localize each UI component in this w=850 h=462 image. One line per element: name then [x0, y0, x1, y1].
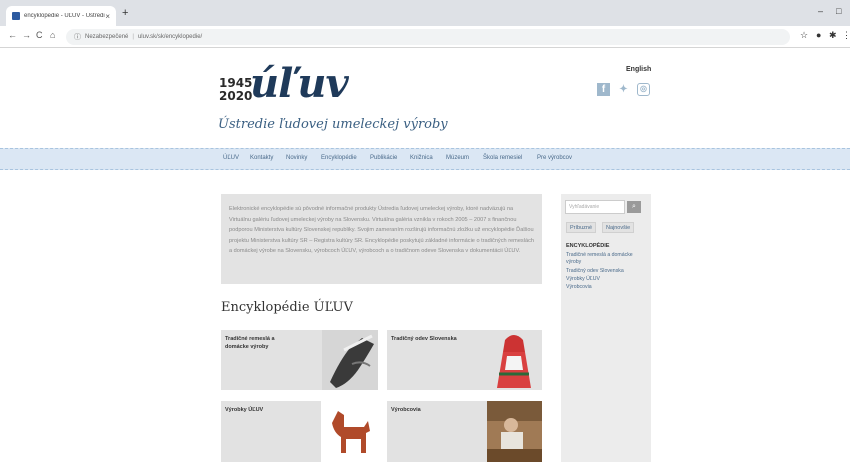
search-icon: ⌕ [632, 203, 636, 210]
info-icon[interactable]: ⓘ [74, 32, 81, 42]
profile-icon[interactable]: ● [816, 30, 821, 40]
facebook-icon[interactable]: f [597, 83, 610, 96]
site-logo[interactable]: úľuv [250, 60, 349, 107]
site-subtitle: Ústredie ľudovej umeleckej výroby [218, 117, 448, 132]
url-text: uluv.sk/sk/encyklopedie/ [137, 34, 203, 40]
intro-text: Elektronické encyklopédie sú pôvodné inf… [221, 194, 542, 284]
tab-title: encyklopedie - ÚĽUV - Ústredi... [24, 13, 106, 19]
card-label[interactable]: Tradičné remeslá a domácke výroby [225, 335, 285, 351]
card-label[interactable]: Tradičný odev Slovenska [391, 335, 471, 343]
home-button[interactable]: ⌂ [50, 30, 55, 40]
address-bar[interactable]: ⓘ Nezabezpečené | uluv.sk/sk/encyklopedi… [66, 29, 790, 45]
back-button[interactable]: ← [8, 30, 17, 40]
card-label[interactable]: Výrobky ÚĽUV [225, 406, 285, 414]
minimize-button[interactable]: – [818, 6, 823, 16]
menu-icon[interactable]: ⋮ [842, 30, 850, 41]
extensions-icon[interactable]: ✱ [829, 30, 837, 41]
nav-item-skola-remesiel[interactable]: Škola remesiel [483, 155, 522, 161]
sidebar-link-remesla[interactable]: Tradičné remeslá a domácke výroby [566, 252, 648, 266]
craftsman-photo [487, 401, 542, 462]
search-button[interactable]: ⌕ [627, 201, 641, 213]
card-label[interactable]: Výrobcovia [391, 406, 451, 414]
sidebar-tab-pribuzne[interactable]: Príbuzné [566, 222, 597, 233]
nav-item-publikacie[interactable]: Publikácie [370, 155, 397, 161]
new-tab-button[interactable]: + [122, 7, 128, 19]
search-input[interactable]: Vyhľadávanie [565, 200, 625, 214]
sidebar [561, 194, 651, 462]
nav-item-pre-vyrobcov[interactable]: Pre výrobcov [537, 155, 572, 161]
section-heading: Encyklopédie ÚĽUV [221, 300, 353, 315]
wooden-horse-photo [322, 401, 378, 462]
sidebar-heading: ENCYKLOPÉDIE [566, 243, 610, 249]
browser-tab[interactable]: encyklopedie - ÚĽUV - Ústredi... × [6, 6, 116, 26]
tab-close-icon[interactable]: × [105, 12, 110, 21]
star-icon[interactable]: ☆ [800, 30, 808, 41]
nav-item-encyklopedie[interactable]: Encyklopédie [321, 155, 357, 161]
reload-button[interactable]: C [36, 30, 43, 40]
nav-item-kniznica[interactable]: Knižnica [410, 155, 433, 161]
sidebar-link-vyrobcovia[interactable]: Výrobcovia [566, 284, 648, 291]
sidebar-link-vyrobky[interactable]: Výrobky ÚĽUV [566, 276, 648, 283]
nav-item-novinky[interactable]: Novinky [286, 155, 307, 161]
craft-photo [322, 330, 378, 390]
maximize-button[interactable]: □ [836, 6, 841, 16]
logo-years: 1945 2020 [219, 76, 253, 103]
language-link[interactable]: English [626, 66, 651, 73]
costume-photo [487, 330, 542, 390]
instagram-icon[interactable]: ◎ [637, 83, 650, 96]
sidebar-link-odev[interactable]: Tradičný odev Slovenska [566, 268, 648, 275]
favicon-icon [12, 12, 20, 20]
security-label: Nezabezpečené [85, 34, 129, 40]
twitter-icon[interactable]: ✦ [617, 83, 630, 96]
forward-button[interactable]: → [22, 30, 31, 40]
nav-item-uluv[interactable]: ÚĽUV [223, 155, 239, 161]
nav-item-kontakty[interactable]: Kontakty [250, 155, 273, 161]
nav-item-muzeum[interactable]: Múzeum [446, 155, 469, 161]
sidebar-tab-najnovsie[interactable]: Najnovšie [602, 222, 635, 233]
